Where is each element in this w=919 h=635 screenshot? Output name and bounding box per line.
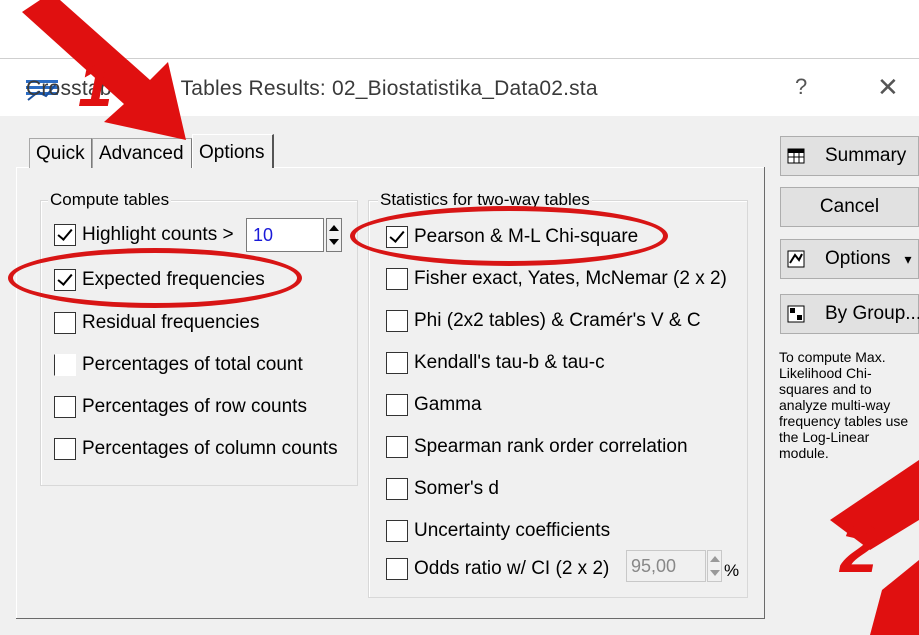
- percentages-column-checkbox[interactable]: Percentages of column counts: [54, 438, 338, 460]
- panel-border-top-right: [274, 167, 764, 168]
- options-button-label: Options: [825, 248, 891, 269]
- percentages-row-checkbox[interactable]: Percentages of row counts: [54, 396, 307, 418]
- checkbox-label: Gamma: [414, 394, 482, 415]
- checkbox-box[interactable]: [54, 312, 76, 334]
- kendalls-tau-checkbox[interactable]: Kendall's tau-b & tau-c: [386, 352, 605, 374]
- checkbox-label: Percentages of column counts: [82, 438, 338, 459]
- checkbox-box[interactable]: [386, 436, 408, 458]
- summary-table-icon: [787, 148, 805, 164]
- checkbox-label: Fisher exact, Yates, McNemar (2 x 2): [414, 268, 727, 289]
- percentages-total-checkbox[interactable]: Percentages of total count: [54, 354, 303, 376]
- options-icon: [787, 250, 805, 268]
- spearman-rank-checkbox[interactable]: Spearman rank order correlation: [386, 436, 688, 458]
- spin-down-icon[interactable]: [329, 239, 339, 245]
- phi-cramers-v-checkbox[interactable]: Phi (2x2 tables) & Cramér's V & C: [386, 310, 701, 332]
- cancel-button-label: Cancel: [819, 196, 880, 217]
- uncertainty-coefficients-checkbox[interactable]: Uncertainty coefficients: [386, 520, 610, 542]
- highlight-counts-input[interactable]: 10: [246, 218, 324, 252]
- odds-ci-spinner[interactable]: [707, 550, 722, 582]
- checkbox-label: Somer's d: [414, 478, 499, 499]
- odds-ci-unit: %: [724, 561, 740, 580]
- checkbox-box[interactable]: [54, 224, 76, 246]
- fisher-exact-checkbox[interactable]: Fisher exact, Yates, McNemar (2 x 2): [386, 268, 727, 290]
- annotation-arrow-2-icon: 2: [830, 460, 919, 635]
- checkbox-box[interactable]: [54, 354, 76, 376]
- panel-border-bottom: [16, 618, 765, 619]
- gamma-checkbox[interactable]: Gamma: [386, 394, 482, 416]
- by-group-button-label: By Group...: [825, 303, 919, 324]
- checkbox-label: Odds ratio w/ CI (2 x 2): [414, 558, 610, 579]
- dropdown-arrow-icon: ▾: [904, 250, 912, 267]
- odds-ci-input[interactable]: 95,00: [626, 550, 706, 582]
- cancel-button[interactable]: Cancel: [780, 187, 919, 227]
- compute-tables-title: Compute tables: [48, 190, 172, 210]
- options-button[interactable]: Options ▾: [780, 239, 919, 279]
- checkbox-box[interactable]: [386, 310, 408, 332]
- checkbox-box[interactable]: [386, 478, 408, 500]
- checkbox-box[interactable]: [386, 352, 408, 374]
- checkbox-box[interactable]: [386, 394, 408, 416]
- summary-button[interactable]: Summary: [780, 136, 919, 176]
- checkbox-box[interactable]: [54, 438, 76, 460]
- panel-border-left: [16, 167, 17, 619]
- by-group-button[interactable]: By Group...: [780, 294, 919, 334]
- marker-1: 1: [78, 51, 112, 120]
- spin-up-icon[interactable]: [710, 556, 720, 562]
- annotation-arrow-1-icon: 1: [22, 0, 186, 140]
- spin-down-icon[interactable]: [710, 570, 720, 576]
- panel-border-right: [764, 167, 765, 619]
- checkbox-box[interactable]: [386, 558, 408, 580]
- checkbox-label: Spearman rank order correlation: [414, 436, 688, 457]
- checkbox-label: Percentages of total count: [82, 354, 303, 375]
- checkbox-label: Phi (2x2 tables) & Cramér's V & C: [414, 310, 701, 331]
- highlight-ellipse-expected: [8, 248, 302, 308]
- checkbox-label: Kendall's tau-b & tau-c: [414, 352, 605, 373]
- checkbox-label: Uncertainty coefficients: [414, 520, 611, 541]
- checkbox-box[interactable]: [54, 396, 76, 418]
- checkbox-label: Residual frequencies: [82, 312, 260, 333]
- checkbox-box[interactable]: [386, 520, 408, 542]
- checkbox-label: Highlight counts >: [82, 224, 234, 245]
- marker-2: 2: [838, 511, 878, 587]
- odds-ratio-checkbox[interactable]: Odds ratio w/ CI (2 x 2): [386, 558, 609, 580]
- highlight-ellipse-pearson: [350, 206, 668, 266]
- by-group-icon: [787, 305, 805, 323]
- somers-d-checkbox[interactable]: Somer's d: [386, 478, 499, 500]
- spin-up-icon[interactable]: [329, 225, 339, 231]
- highlight-counts-checkbox[interactable]: Highlight counts >: [54, 224, 234, 246]
- close-button[interactable]: ✕: [877, 72, 899, 103]
- checkbox-box[interactable]: [386, 268, 408, 290]
- help-button[interactable]: ?: [795, 74, 807, 100]
- highlight-counts-spinner[interactable]: [326, 218, 342, 252]
- summary-button-label: Summary: [825, 145, 907, 166]
- checkbox-label: Percentages of row counts: [82, 396, 307, 417]
- residual-frequencies-checkbox[interactable]: Residual frequencies: [54, 312, 259, 334]
